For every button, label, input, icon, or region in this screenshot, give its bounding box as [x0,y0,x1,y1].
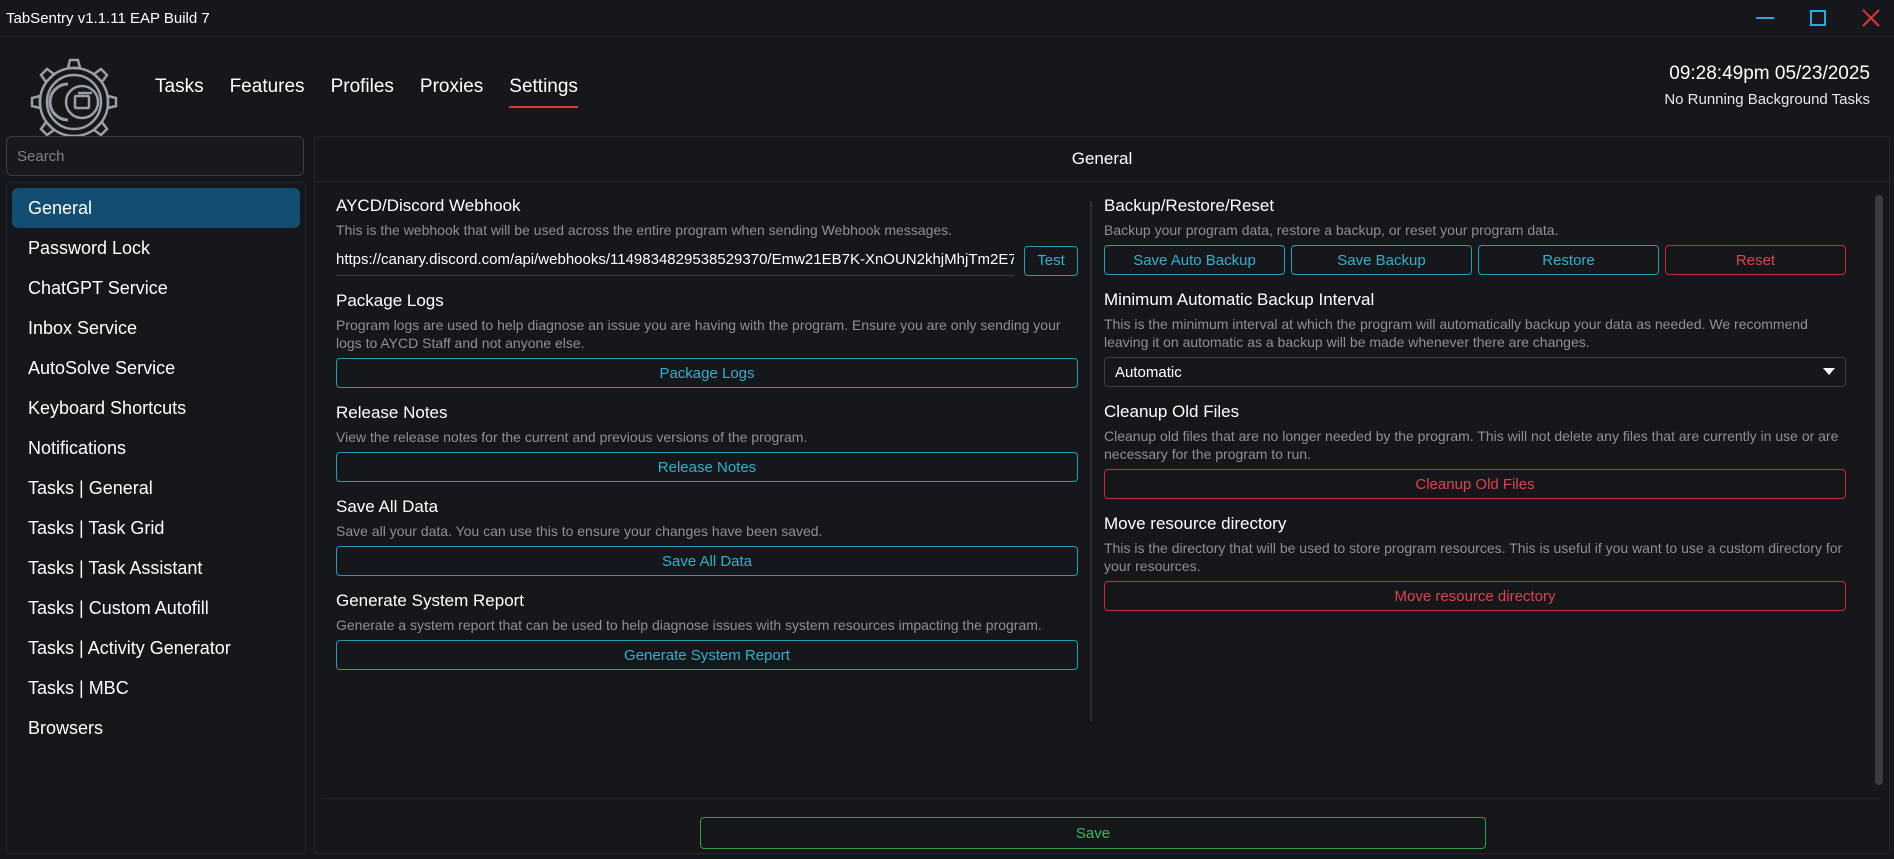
webhook-url-input[interactable]: https://canary.discord.com/api/webhooks/… [336,245,1014,276]
background-task-status: No Running Background Tasks [1664,91,1870,108]
maximize-icon [1810,10,1826,26]
clock-area: 09:28:49pm 05/23/2025 No Running Backgro… [1664,63,1870,108]
minimize-icon [1756,17,1774,19]
chevron-down-icon [1823,368,1835,375]
right-column: Backup/Restore/Reset Backup your program… [1104,195,1846,625]
minimize-button[interactable] [1748,4,1782,32]
save-all-data-section: Save All Data Save all your data. You ca… [336,496,1078,576]
restore-button[interactable]: Restore [1478,245,1659,275]
sidebar-item-tasks-activity-generator[interactable]: Tasks | Activity Generator [12,628,300,668]
save-all-data-button[interactable]: Save All Data [336,546,1078,576]
section-description: Generate a system report that can be use… [336,617,1042,633]
save-button[interactable]: Save [700,817,1486,849]
sidebar-item-general[interactable]: General [12,188,300,228]
section-description: View the release notes for the current a… [336,429,808,445]
section-description: Save all your data. You can use this to … [336,523,823,539]
release-notes-button[interactable]: Release Notes [336,452,1078,482]
search-box [6,136,304,176]
selected-value: Automatic [1115,363,1182,381]
section-description: This is the directory that will be used … [1104,540,1843,574]
footer-divider [323,798,1881,799]
move-resource-directory-button[interactable]: Move resource directory [1104,581,1846,611]
nav-tasks[interactable]: Tasks [155,76,217,106]
settings-panel: General AYCD/Discord Webhook This is the… [314,136,1890,854]
section-description: Program logs are used to help diagnose a… [336,317,1061,351]
save-auto-backup-button[interactable]: Save Auto Backup [1104,245,1285,275]
sidebar-item-tasks-general[interactable]: Tasks | General [12,468,300,508]
clock-time: 09:28:49pm 05/23/2025 [1669,63,1870,84]
sidebar-item-chatgpt-service[interactable]: ChatGPT Service [12,268,300,308]
package-logs-section: Package Logs Program logs are used to he… [336,290,1078,388]
close-button[interactable] [1854,4,1888,32]
move-directory-section: Move resource directory This is the dire… [1104,513,1846,611]
section-title: Backup/Restore/Reset [1104,196,1275,215]
nav-proxies[interactable]: Proxies [407,76,496,106]
column-divider [1090,201,1092,721]
sidebar-item-keyboard-shortcuts[interactable]: Keyboard Shortcuts [12,388,300,428]
settings-category-list: General Password Lock ChatGPT Service In… [6,182,306,854]
sidebar-item-browsers[interactable]: Browsers [12,708,300,748]
backup-interval-section: Minimum Automatic Backup Interval This i… [1104,289,1846,387]
title-bar: TabSentry v1.1.11 EAP Build 7 [0,0,1894,37]
cleanup-old-files-button[interactable]: Cleanup Old Files [1104,469,1846,499]
sidebar-item-autosolve-service[interactable]: AutoSolve Service [12,348,300,388]
nav-profiles[interactable]: Profiles [318,76,407,106]
backup-interval-select[interactable]: Automatic [1104,357,1846,387]
app-title: TabSentry v1.1.11 EAP Build 7 [6,10,210,27]
scrollbar[interactable] [1875,195,1883,785]
close-icon [1862,9,1880,27]
sidebar-item-password-lock[interactable]: Password Lock [12,228,300,268]
section-description: This is the webhook that will be used ac… [336,222,953,238]
section-title: AYCD/Discord Webhook [336,196,521,215]
left-column: AYCD/Discord Webhook This is the webhook… [336,195,1078,684]
section-title: Save All Data [336,497,439,516]
save-backup-button[interactable]: Save Backup [1291,245,1472,275]
section-description: This is the minimum interval at which th… [1104,316,1808,350]
backup-button-row: Save Auto Backup Save Backup Restore Res… [1104,245,1846,275]
section-title: Release Notes [336,403,448,422]
settings-sidebar: General Password Lock ChatGPT Service In… [6,136,306,854]
sidebar-item-tasks-task-grid[interactable]: Tasks | Task Grid [12,508,300,548]
main-nav: Tasks Features Profiles Proxies Settings [155,76,591,108]
sidebar-item-notifications[interactable]: Notifications [12,428,300,468]
section-description: Backup your program data, restore a back… [1104,222,1559,238]
sidebar-item-tasks-mbc[interactable]: Tasks | MBC [12,668,300,708]
section-title: Package Logs [336,291,444,310]
search-input[interactable] [7,137,303,175]
section-title: Cleanup Old Files [1104,402,1240,421]
section-description: Cleanup old files that are no longer nee… [1104,428,1839,462]
cleanup-section: Cleanup Old Files Cleanup old files that… [1104,401,1846,499]
sidebar-item-tasks-task-assistant[interactable]: Tasks | Task Assistant [12,548,300,588]
backup-section: Backup/Restore/Reset Backup your program… [1104,195,1846,275]
sidebar-item-inbox-service[interactable]: Inbox Service [12,308,300,348]
system-report-section: Generate System Report Generate a system… [336,590,1078,670]
webhook-row: https://canary.discord.com/api/webhooks/… [336,245,1078,276]
section-title: Minimum Automatic Backup Interval [1104,290,1375,309]
nav-settings[interactable]: Settings [509,76,578,108]
sidebar-item-tasks-custom-autofill[interactable]: Tasks | Custom Autofill [12,588,300,628]
app-header: Tasks Features Profiles Proxies Settings… [0,36,1894,146]
release-notes-section: Release Notes View the release notes for… [336,402,1078,482]
panel-title: General [315,137,1889,182]
nav-features[interactable]: Features [217,76,318,106]
webhook-section: AYCD/Discord Webhook This is the webhook… [336,195,1078,276]
test-webhook-button[interactable]: Test [1024,245,1078,276]
generate-system-report-button[interactable]: Generate System Report [336,640,1078,670]
section-title: Move resource directory [1104,514,1287,533]
section-title: Generate System Report [336,591,525,610]
maximize-button[interactable] [1801,4,1835,32]
reset-button[interactable]: Reset [1665,245,1846,275]
package-logs-button[interactable]: Package Logs [336,358,1078,388]
